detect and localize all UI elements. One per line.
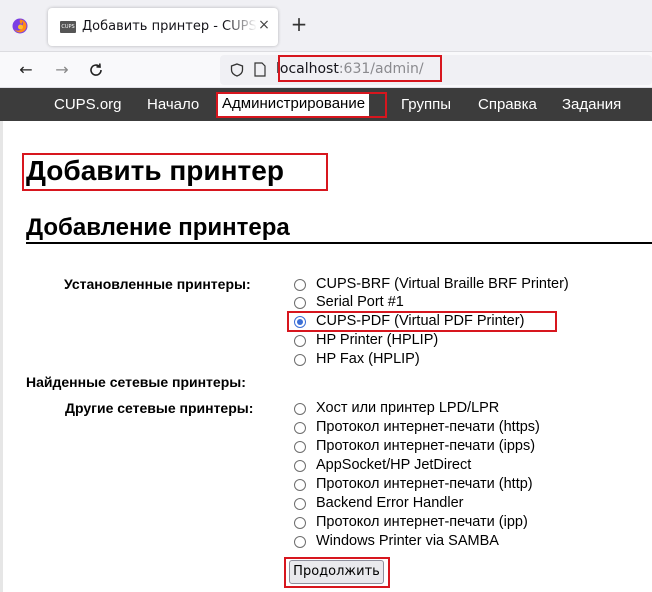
option-label[interactable]: Протокол интернет-печати (ipps)	[316, 438, 535, 454]
radio-button[interactable]	[294, 479, 306, 491]
tab-title: Добавить принтер - CUPS	[82, 19, 257, 34]
firefox-icon[interactable]	[12, 18, 28, 34]
new-tab-button[interactable]: +	[288, 14, 310, 36]
radio-button[interactable]	[294, 335, 306, 347]
radio-button[interactable]	[294, 422, 306, 434]
radio-button[interactable]	[294, 297, 306, 309]
nav-link-cups-org[interactable]: CUPS.org	[54, 96, 122, 113]
browser-tab-active[interactable]: CUPS Добавить принтер - CUPS ×	[48, 8, 278, 46]
radio-button[interactable]	[294, 536, 306, 548]
option-label[interactable]: AppSocket/HP JetDirect	[316, 457, 471, 473]
radio-button[interactable]	[294, 498, 306, 510]
radio-button[interactable]	[294, 403, 306, 415]
cups-favicon-icon: CUPS	[60, 21, 76, 33]
option-label[interactable]: Serial Port #1	[316, 294, 404, 310]
admin-highlight-box	[216, 92, 387, 118]
nav-link-groups[interactable]: Группы	[401, 96, 451, 113]
option-label[interactable]: HP Printer (HPLIP)	[316, 332, 438, 348]
section-divider	[26, 242, 652, 244]
nav-link-help[interactable]: Справка	[478, 96, 537, 113]
installed-printers-label: Установленные принтеры:	[64, 276, 251, 292]
option-label[interactable]: Хост или принтер LPD/LPR	[316, 400, 499, 416]
option-label[interactable]: Протокол интернет-печати (https)	[316, 419, 540, 435]
option-label[interactable]: Backend Error Handler	[316, 495, 464, 511]
radio-button[interactable]	[294, 354, 306, 366]
radio-button[interactable]	[294, 460, 306, 472]
nav-link-home[interactable]: Начало	[147, 96, 199, 113]
option-label[interactable]: Протокол интернет-печати (http)	[316, 476, 533, 492]
page-left-border	[0, 121, 3, 592]
option-label[interactable]: CUPS-BRF (Virtual Braille BRF Printer)	[316, 276, 569, 292]
close-tab-icon[interactable]: ×	[256, 17, 272, 35]
cups-pdf-highlight-box	[287, 311, 557, 332]
back-button[interactable]: ←	[16, 60, 36, 80]
page-info-icon[interactable]	[254, 62, 266, 77]
nav-link-jobs[interactable]: Задания	[562, 96, 621, 113]
continue-highlight-box	[284, 557, 390, 588]
option-label[interactable]: Протокол интернет-печати (ipp)	[316, 514, 528, 530]
browser-tab-bar: CUPS Добавить принтер - CUPS × +	[0, 0, 652, 52]
section-title: Добавление принтера	[26, 214, 290, 241]
option-label[interactable]: HP Fax (HPLIP)	[316, 351, 420, 367]
reload-icon[interactable]	[86, 60, 106, 80]
forward-button[interactable]: →	[52, 60, 72, 80]
radio-button[interactable]	[294, 279, 306, 291]
radio-button[interactable]	[294, 441, 306, 453]
radio-button[interactable]	[294, 517, 306, 529]
option-label[interactable]: Windows Printer via SAMBA	[316, 533, 499, 549]
shield-icon[interactable]	[230, 63, 244, 77]
found-network-printers-label: Найденные сетевые принтеры:	[26, 374, 246, 390]
url-highlight-box	[278, 55, 442, 82]
title-highlight-box	[22, 153, 328, 191]
other-network-printers-label: Другие сетевые принтеры:	[65, 400, 254, 416]
